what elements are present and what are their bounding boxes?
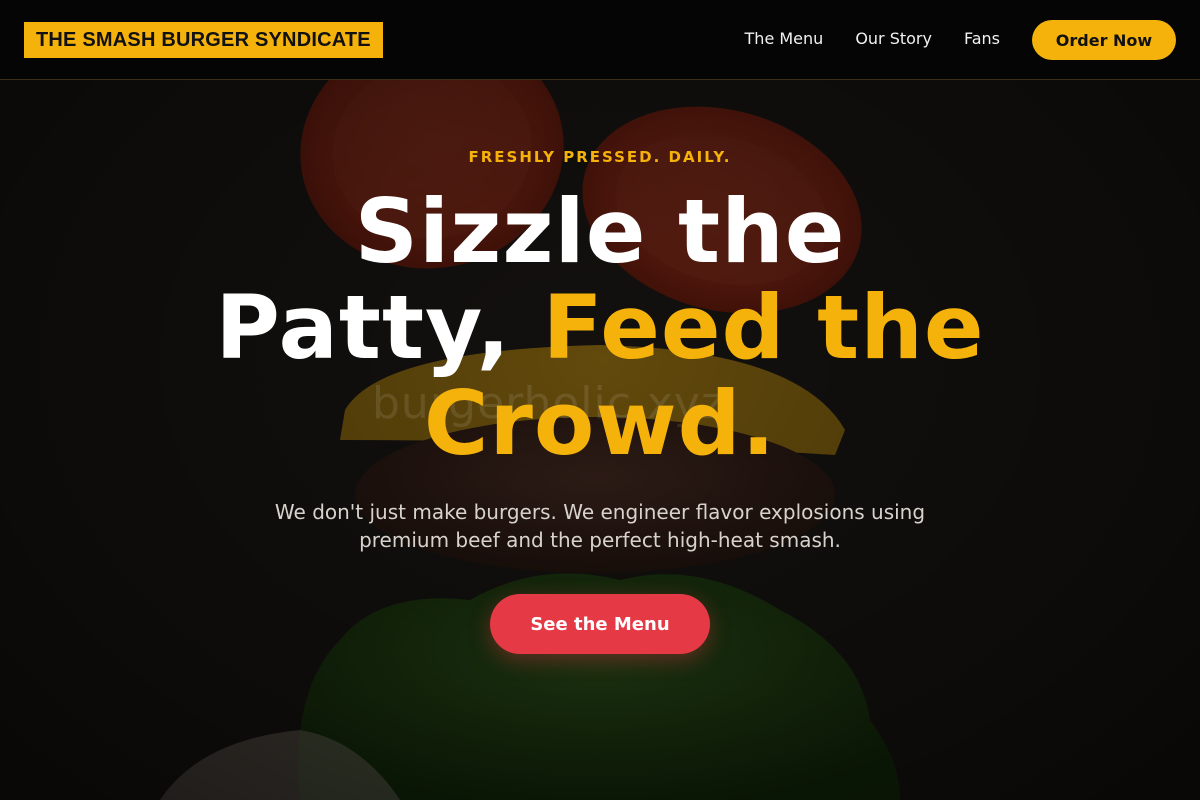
nav-link-menu[interactable]: The Menu	[745, 28, 824, 50]
hero-section: FRESHLY PRESSED. DAILY. Sizzle the Patty…	[0, 80, 1200, 800]
landing-page: burgerholic.xyz THE SMASH BURGER SYNDICA…	[0, 0, 1200, 800]
hero-headline: Sizzle the Patty, Feed the Crowd.	[150, 184, 1050, 472]
headline-line-2-accent: Feed the	[542, 276, 985, 379]
see-menu-button[interactable]: See the Menu	[490, 594, 710, 654]
hero-eyebrow: FRESHLY PRESSED. DAILY.	[468, 148, 732, 166]
headline-line-2-white: Patty,	[215, 276, 543, 379]
headline-line-3-accent: Crowd.	[423, 372, 777, 475]
site-header: THE SMASH BURGER SYNDICATE The Menu Our …	[0, 0, 1200, 80]
nav-link-our-story[interactable]: Our Story	[855, 28, 932, 50]
headline-line-1: Sizzle the	[354, 180, 846, 283]
nav-link-fans[interactable]: Fans	[964, 28, 1000, 50]
order-now-button[interactable]: Order Now	[1032, 20, 1176, 60]
main-nav: The Menu Our Story Fans	[745, 28, 1000, 50]
brand-logo[interactable]: THE SMASH BURGER SYNDICATE	[24, 22, 383, 58]
hero-subtext: We don't just make burgers. We engineer …	[274, 500, 926, 552]
